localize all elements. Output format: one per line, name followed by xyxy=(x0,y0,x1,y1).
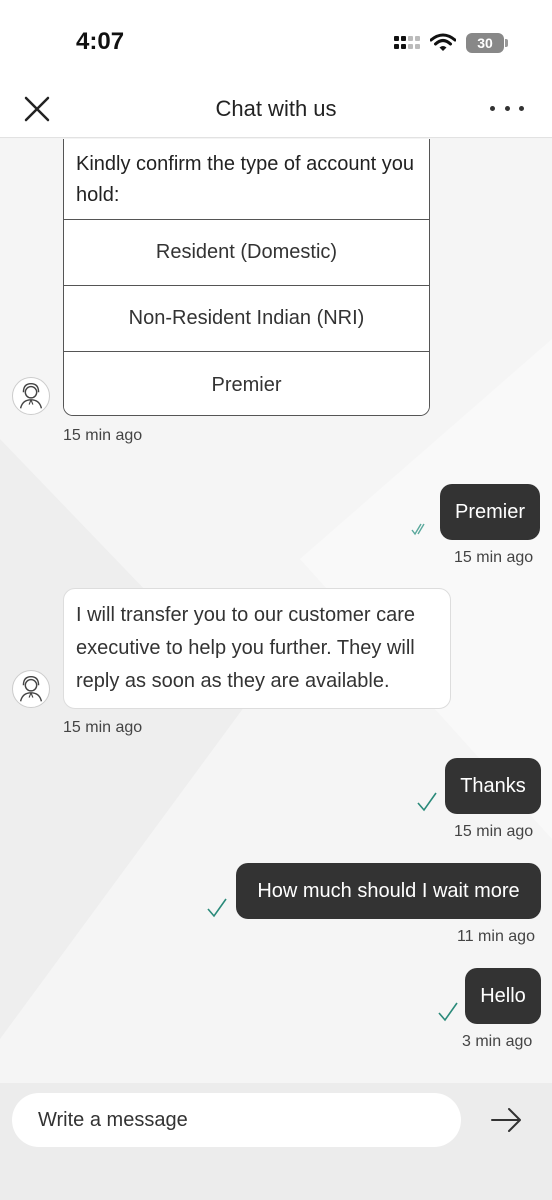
options-question: Kindly confirm the type of account you h… xyxy=(64,139,429,220)
composer xyxy=(0,1083,552,1200)
bot-message-bubble: I will transfer you to our customer care… xyxy=(63,588,451,709)
agent-avatar-icon xyxy=(12,670,50,708)
battery-icon: 30 xyxy=(466,33,508,53)
option-nri[interactable]: Non-Resident Indian (NRI) xyxy=(64,286,429,352)
double-check-icon xyxy=(411,523,425,536)
user-message-bubble: Thanks xyxy=(445,758,541,814)
message-input[interactable] xyxy=(12,1093,461,1147)
status-time: 4:07 xyxy=(76,28,125,55)
user-message-bubble: How much should I wait more xyxy=(236,863,541,919)
more-icon[interactable] xyxy=(490,100,524,116)
user-message-bubble: Hello xyxy=(465,968,541,1024)
option-resident[interactable]: Resident (Domestic) xyxy=(64,220,429,286)
page-title: Chat with us xyxy=(215,96,337,121)
check-icon xyxy=(438,1002,458,1022)
timestamp: 15 min ago xyxy=(63,719,143,736)
option-premier[interactable]: Premier xyxy=(64,352,429,415)
timestamp: 11 min ago xyxy=(457,928,535,945)
chat-header: Chat with us xyxy=(0,80,552,138)
timestamp: 15 min ago xyxy=(63,427,143,444)
send-arrow-icon[interactable] xyxy=(488,1105,524,1135)
chat-thread[interactable]: Kindly confirm the type of account you h… xyxy=(0,139,552,1083)
message-line: reply as soon as they are available. xyxy=(76,670,390,692)
user-message-bubble: Premier xyxy=(440,484,540,540)
message-line: executive to help you further. They will xyxy=(76,637,415,659)
options-card: Kindly confirm the type of account you h… xyxy=(63,139,430,416)
timestamp: 3 min ago xyxy=(462,1033,533,1050)
check-icon xyxy=(207,898,227,918)
status-bar: 4:07 30 xyxy=(0,0,552,80)
timestamp: 15 min ago xyxy=(454,823,534,840)
check-icon xyxy=(417,792,437,812)
signal-icon xyxy=(394,36,420,50)
message-line: I will transfer you to our customer care xyxy=(76,604,416,626)
agent-avatar-icon xyxy=(12,377,50,415)
status-icons: 30 xyxy=(394,33,508,53)
wifi-icon xyxy=(430,33,456,51)
timestamp: 15 min ago xyxy=(454,549,534,566)
